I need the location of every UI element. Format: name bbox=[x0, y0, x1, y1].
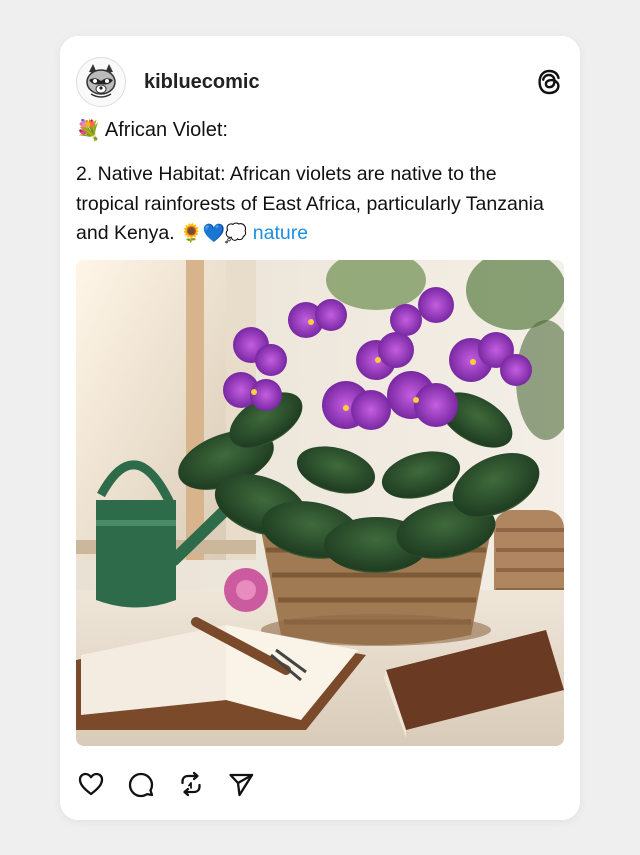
post-title-text: African Violet: bbox=[104, 119, 228, 141]
post-actions bbox=[76, 766, 276, 802]
username[interactable]: kibluecomic bbox=[144, 71, 260, 94]
post-body-text: 2. Native Habitat: African violets are n… bbox=[76, 163, 544, 244]
raccoon-avatar-icon[interactable] bbox=[76, 57, 126, 107]
bouquet-icon: 💐 bbox=[76, 120, 101, 142]
post-body: 2. Native Habitat: African violets are n… bbox=[76, 160, 564, 249]
post-body-emojis: 🌻💙💭 bbox=[180, 223, 248, 243]
post-header: kibluecomic bbox=[76, 56, 564, 108]
threads-logo-icon[interactable] bbox=[534, 67, 564, 97]
repost-icon[interactable] bbox=[176, 769, 206, 799]
post-image[interactable] bbox=[76, 260, 564, 746]
post-title: 💐 African Violet: bbox=[76, 118, 228, 143]
hashtag-link[interactable]: nature bbox=[253, 222, 308, 244]
heart-icon[interactable] bbox=[76, 769, 106, 799]
send-icon[interactable] bbox=[226, 769, 256, 799]
post-card: kibluecomic 💐 African Violet: 2. Native … bbox=[60, 36, 580, 820]
african-violet-illustration bbox=[76, 260, 564, 746]
comment-icon[interactable] bbox=[126, 769, 156, 799]
